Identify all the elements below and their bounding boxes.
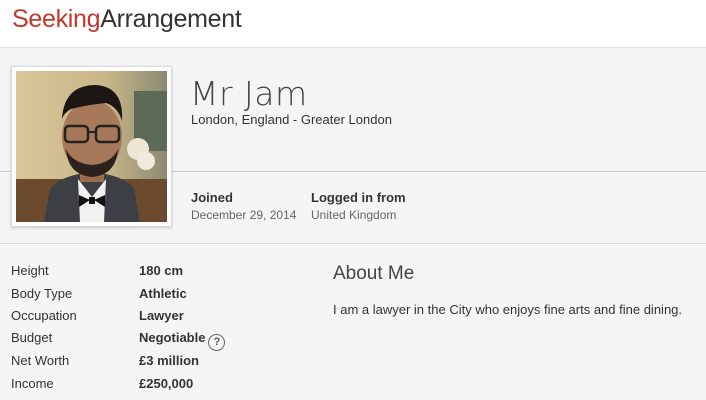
stat-value: 180 cm	[139, 263, 184, 278]
profile-name: Mr Jam	[190, 74, 308, 113]
logo-part-arrangement: Arrangement	[100, 5, 242, 33]
joined-value: December 29, 2014	[191, 208, 297, 222]
about-me-title: About Me	[333, 263, 415, 284]
joined-label: Joined	[191, 190, 233, 205]
profile-photo-frame[interactable]	[11, 66, 172, 227]
stat-row-net-worth: Net Worth £3 million	[11, 353, 311, 375]
stat-row-height: Height 180 cm	[11, 263, 311, 285]
stat-row-occupation: Occupation Lawyer	[11, 308, 311, 330]
stat-label: Budget	[11, 330, 53, 345]
section-divider	[0, 243, 706, 244]
stat-label: Income	[11, 376, 54, 391]
logo-part-seeking: Seeking	[12, 5, 101, 33]
stat-value: Athletic	[139, 286, 187, 301]
stat-value: £250,000	[139, 376, 194, 391]
seeking-arrangement-logo[interactable]: SeekingArrangement	[12, 4, 242, 34]
stat-row-body-type: Body Type Athletic	[11, 286, 311, 308]
stat-label: Occupation	[11, 308, 77, 323]
stat-label: Net Worth	[11, 353, 70, 368]
stat-label: Height	[11, 263, 49, 278]
top-bar: SeekingArrangement	[0, 0, 706, 48]
profile-photo[interactable]	[16, 71, 167, 222]
stat-row-budget: Budget Negotiable?	[11, 330, 311, 352]
budget-value: Negotiable	[139, 330, 206, 345]
about-me-text: I am a lawyer in the City who enjoys fin…	[333, 302, 683, 317]
logged-in-value: United Kingdom	[311, 208, 397, 222]
stat-value-budget: Negotiable?	[139, 330, 226, 351]
stat-row-income: Income £250,000	[11, 376, 311, 398]
help-icon[interactable]: ?	[208, 334, 226, 351]
profile-location: London, England - Greater London	[191, 112, 392, 127]
stat-value: Lawyer	[139, 308, 184, 323]
stat-label: Body Type	[11, 286, 73, 301]
stat-value: £3 million	[139, 353, 199, 368]
logged-in-label: Logged in from	[311, 190, 406, 205]
